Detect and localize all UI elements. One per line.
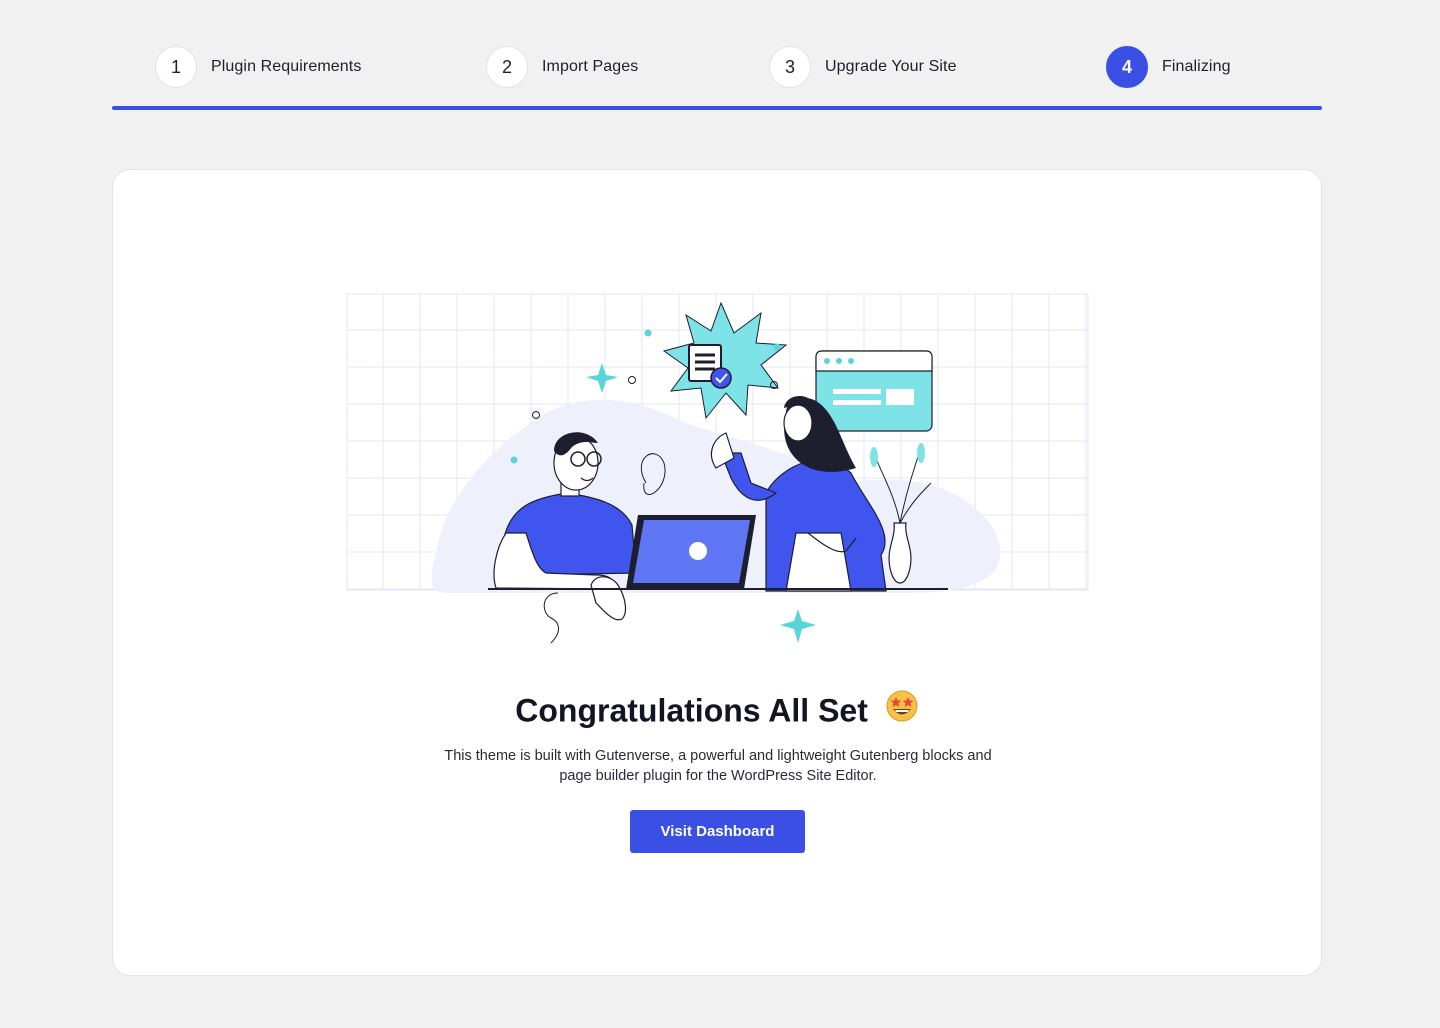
description: This theme is built with Gutenverse, a p… — [444, 748, 992, 784]
setup-stepper: 1 Plugin Requirements 2 Import Pages 3 U… — [112, 40, 1322, 112]
step-plugin-requirements[interactable]: 1 Plugin Requirements — [155, 46, 361, 88]
step-label: Upgrade Your Site — [825, 58, 957, 75]
step-number: 4 — [1106, 46, 1148, 88]
star-struck-emoji-icon — [885, 689, 919, 731]
step-number: 1 — [155, 46, 197, 88]
step-finalizing[interactable]: 4 Finalizing — [1106, 46, 1231, 88]
progress-bar — [112, 106, 1322, 110]
visit-dashboard-button[interactable]: Visit Dashboard — [630, 810, 805, 853]
step-number: 3 — [769, 46, 811, 88]
step-label: Import Pages — [542, 58, 639, 75]
finalize-card: Congratulations All Set This theme is bu… — [112, 169, 1322, 976]
step-label: Plugin Requirements — [211, 58, 362, 75]
team-celebration-illustration — [346, 293, 1089, 644]
step-upgrade-your-site[interactable]: 3 Upgrade Your Site — [769, 46, 957, 88]
title-text: Congratulations All Set — [515, 692, 868, 729]
step-number: 2 — [486, 46, 528, 88]
step-import-pages[interactable]: 2 Import Pages — [486, 46, 638, 88]
page-title: Congratulations All Set — [113, 689, 1321, 734]
step-label: Finalizing — [1162, 58, 1231, 75]
